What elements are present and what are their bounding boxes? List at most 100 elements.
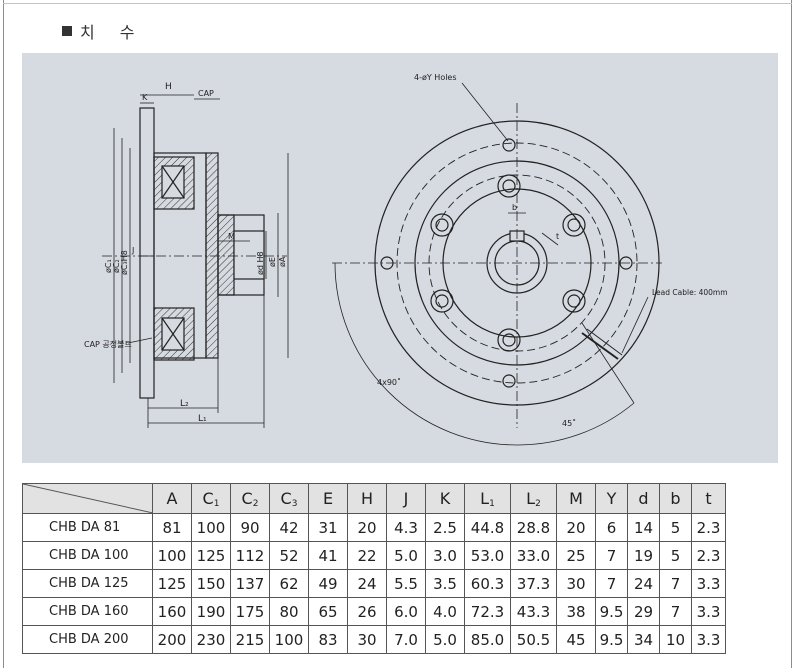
table-cell: 137	[230, 569, 270, 598]
table-cell: 49	[308, 569, 348, 598]
table-cell: 43.3	[510, 597, 557, 626]
table-cell: 83	[308, 625, 348, 654]
label-e: øE	[268, 257, 277, 267]
table-cell: 160	[152, 597, 192, 626]
label-b: b	[512, 203, 517, 212]
model-name-cell: CHB DA 200	[22, 625, 153, 654]
table-header-cell: H	[347, 483, 387, 514]
table-cell: 6.0	[386, 597, 426, 626]
table-cell: 7	[595, 541, 628, 570]
label-k: K	[142, 93, 148, 102]
table-cell: 4.0	[425, 597, 465, 626]
table-cell: 215	[230, 625, 270, 654]
table-cell: 24	[627, 569, 660, 598]
table-cell: 3.5	[425, 569, 465, 598]
table-header-cell: M	[556, 483, 596, 514]
table-cell: 44.8	[464, 513, 511, 542]
table-cell: 5	[659, 513, 692, 542]
table-cell: 72.3	[464, 597, 511, 626]
model-name-cell: CHB DA 100	[22, 541, 153, 570]
label-holes: 4-øY Holes	[414, 73, 457, 82]
table-cell: 38	[556, 597, 596, 626]
table-cell: 230	[191, 625, 231, 654]
table-cell: 9.5	[595, 597, 628, 626]
table-header-cell: b	[659, 483, 692, 514]
table-cell: 100	[191, 513, 231, 542]
label-m: M	[228, 232, 235, 241]
frame-left-border	[3, 0, 4, 668]
table-header-cell: C2	[230, 483, 270, 514]
table-cell: 125	[191, 541, 231, 570]
table-cell: 50.5	[510, 625, 557, 654]
table-cell: 20	[556, 513, 596, 542]
label-h: H	[165, 82, 172, 92]
table-row: CHB DA 100 100 125 112 52 41 22 5.0 3.0 53.0 33.0 2…	[22, 541, 726, 570]
model-name-cell: CHB DA 125	[22, 569, 153, 598]
label-l2: L₂	[180, 399, 189, 409]
table-header-cell: t	[691, 483, 726, 514]
table-cell: 42	[269, 513, 309, 542]
table-cell: 85.0	[464, 625, 511, 654]
table-cell: 175	[230, 597, 270, 626]
model-name-cell: CHB DA 160	[22, 597, 153, 626]
label-lead-cable: Lead Cable: 400mm	[652, 288, 728, 297]
table-row: CHB DA 81 81 100 90 42 31 20 4.3 2.5 44.8 28.8 20 6 1…	[22, 513, 726, 542]
table-cell: 25	[556, 541, 596, 570]
table-header-cell: E	[308, 483, 348, 514]
frame-top-border	[3, 3, 792, 4]
table-cell: 20	[347, 513, 387, 542]
front-view	[332, 82, 662, 446]
table-header-cell: C3	[269, 483, 309, 514]
table-cell: 125	[152, 569, 192, 598]
table-cell: 24	[347, 569, 387, 598]
table-cell: 3.3	[691, 597, 726, 626]
table-cell: 31	[308, 513, 348, 542]
section-title: 치 수	[80, 23, 145, 42]
model-name-cell: CHB DA 81	[22, 513, 153, 542]
table-cell: 7	[659, 569, 692, 598]
label-l1: L₁	[198, 414, 207, 424]
table-cell: 62	[269, 569, 309, 598]
table-cell: 9.5	[595, 625, 628, 654]
drawing-svg: H K CAP øC₁ øC₂ øC₃H8 J M ød H8 øE øA CA…	[84, 73, 728, 446]
table-cell: 10	[659, 625, 692, 654]
table-header-cell: L2	[510, 483, 557, 514]
table-cell: 60.3	[464, 569, 511, 598]
armature-disc	[205, 152, 219, 359]
table-cell: 150	[191, 569, 231, 598]
table-header-cell: A	[152, 483, 192, 514]
table-cell: 26	[347, 597, 387, 626]
technical-drawing: H K CAP øC₁ øC₂ øC₃H8 J M ød H8 øE øA CA…	[22, 53, 778, 463]
label-cap-bolts: CAP 공정볼트	[84, 339, 132, 349]
table-cell: 52	[269, 541, 309, 570]
table-cell: 5.0	[386, 541, 426, 570]
table-cell: 3.3	[691, 625, 726, 654]
table-cell: 4.3	[386, 513, 426, 542]
table-cell: 3.0	[425, 541, 465, 570]
table-header-cell: C1	[191, 483, 231, 514]
table-cell: 80	[269, 597, 309, 626]
table-cell: 2.3	[691, 541, 726, 570]
table-cell: 6	[595, 513, 628, 542]
table-cell: 45	[556, 625, 596, 654]
table-cell: 41	[308, 541, 348, 570]
table-header-cell: d	[627, 483, 660, 514]
table-cell: 5.0	[425, 625, 465, 654]
table-cell: 29	[627, 597, 660, 626]
table-cell: 3.3	[691, 569, 726, 598]
table-cell: 65	[308, 597, 348, 626]
table-cell: 112	[230, 541, 270, 570]
table-cell: 90	[230, 513, 270, 542]
table-cell: 2.3	[691, 513, 726, 542]
table-cell: 7	[659, 597, 692, 626]
table-cell: 34	[627, 625, 660, 654]
table-header-cell: Y	[595, 483, 628, 514]
table-cell: 30	[556, 569, 596, 598]
table-header-row: A C1 C2 C3 E H J K L1 L2 M Y d b t	[22, 483, 726, 514]
table-header-cell: J	[386, 483, 426, 514]
table-cell: 200	[152, 625, 192, 654]
table-cell: 190	[191, 597, 231, 626]
label-cap: CAP	[198, 89, 214, 98]
table-cell: 14	[627, 513, 660, 542]
flange-plate	[139, 107, 155, 399]
